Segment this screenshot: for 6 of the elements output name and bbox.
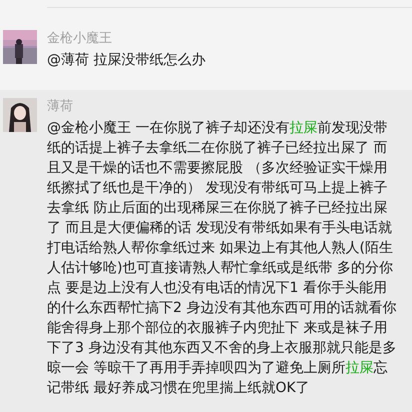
message-text: @金枪小魔王 一在你脱了裤子却还没有拉屎前发现没带纸的话提上裤子去拿纸二在你脱了裤子已经拉出屎了 而且又是干燥的话也不需要擦屁股 （多次经验证实干燥用纸擦拭了纸也是干净的） 发现没有带纸可马上提上裤子去拿纸 防止后面的出现稀屎三在你脱了裤子已经拉出屎了 而且是大便偏稀的话 发现没有带纸如果有手头电话就打电话给熟人帮你拿纸过来 如果边上有其他人熟人(陌生人估计够呛)也可直接请熟人帮忙拿纸或是纸带 多的分你点 要是边上没有人也没有电话的情况下1 看你手头能用的什么东西帮忙搞下2 身边没有其他东西可用的话就看你能舍得身上那个部位的衣服裤子内兜扯下 来或是袜子用下了3 身边没有其他东西又不舍的身上衣服那就只能是多晾一会 等晾干了再用手弄掉呗四为了避免上厕所拉屎忘记带纸 最好养成习惯在兜里揣上纸就OK了 bbox=[47, 119, 398, 398]
sender-name: 金枪小魔王 bbox=[47, 30, 113, 48]
keyword-link[interactable]: 拉屎 bbox=[345, 360, 374, 376]
keyword-link[interactable]: 拉屎 bbox=[289, 120, 318, 136]
message-text: @薄荷 拉屎没带纸怎么办 bbox=[47, 51, 206, 70]
sender-name: 薄荷 bbox=[47, 98, 74, 116]
